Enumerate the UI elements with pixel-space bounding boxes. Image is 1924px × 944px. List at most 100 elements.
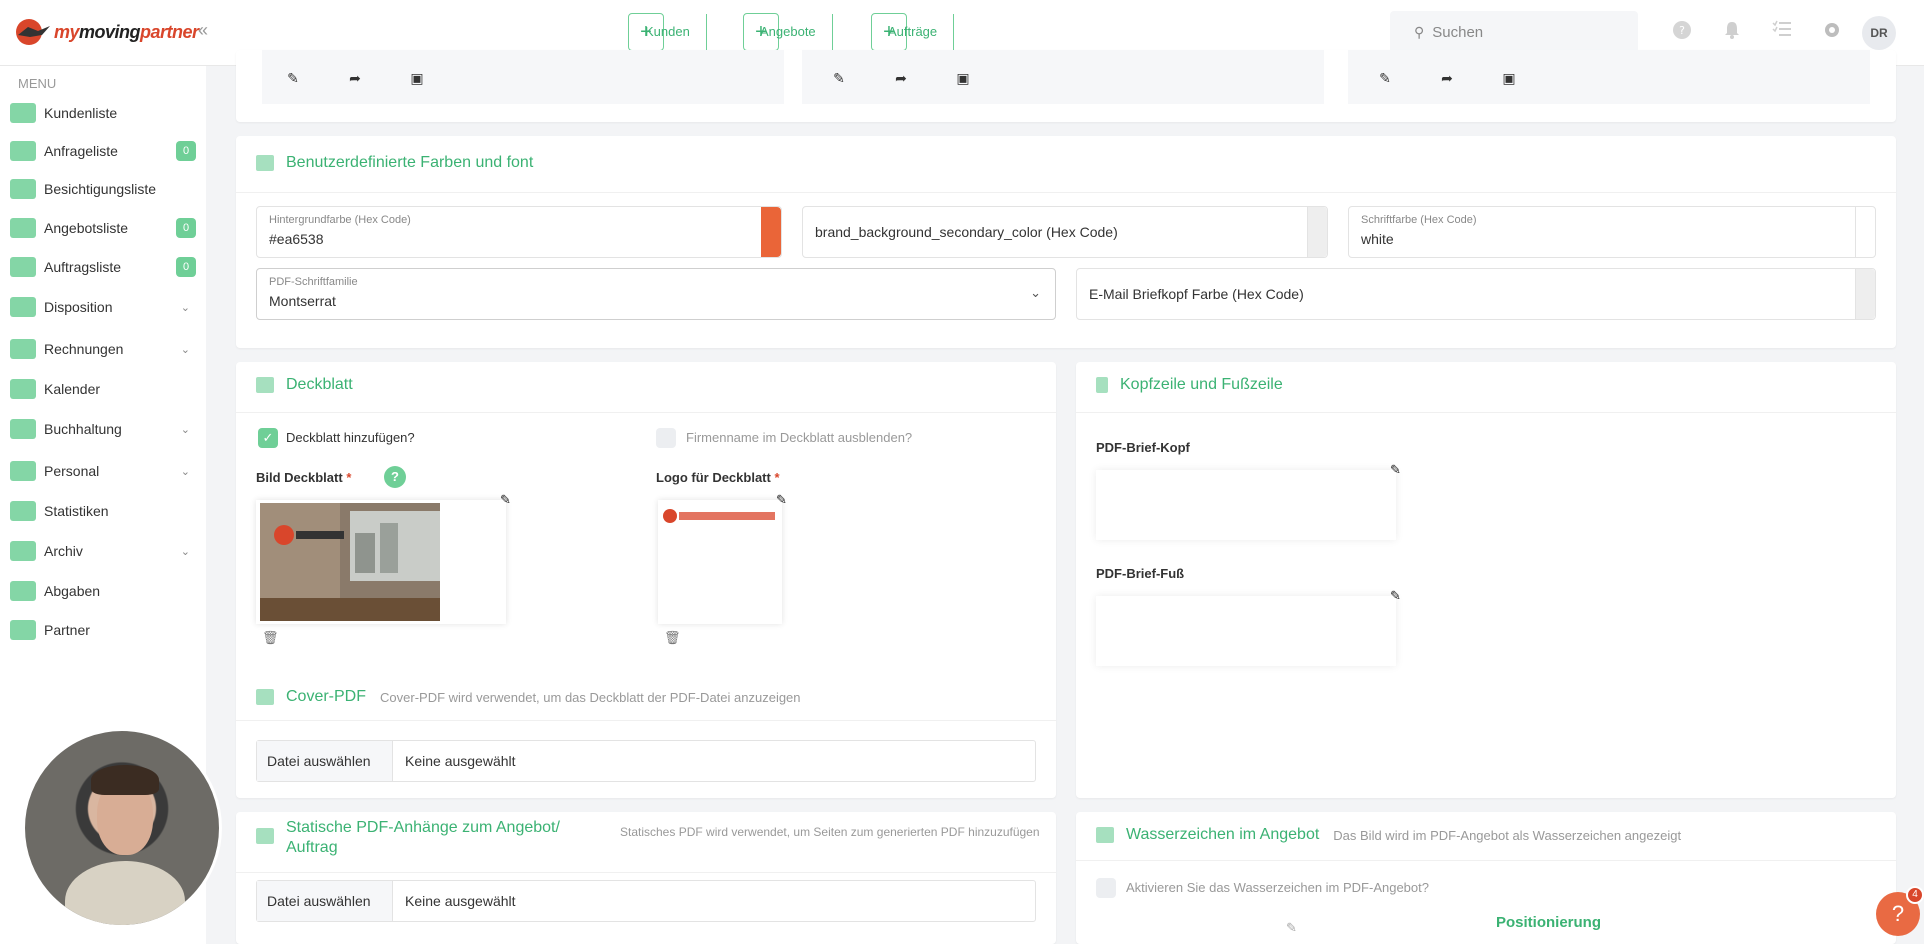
chevron-down-icon: ⌄ [180, 343, 190, 356]
choose-file-button[interactable]: Datei auswählen [257, 741, 393, 781]
sidebar-item-label: Besichtigungsliste [44, 181, 157, 197]
grid-icon [10, 419, 36, 439]
money-icon [10, 339, 36, 359]
image-icon[interactable]: ▣ [1478, 62, 1540, 94]
sidebar-item-abgaben[interactable]: Abgaben [10, 576, 196, 606]
sidebar-item-besichtigungsliste[interactable]: Besichtigungsliste [10, 174, 196, 204]
sidebar-item-personal[interactable]: Personal ⌄ [10, 456, 196, 486]
bell-icon[interactable] [1720, 20, 1744, 44]
quick-angebote-button[interactable]: Angebote [744, 14, 833, 50]
pdf-header-preview[interactable] [1096, 470, 1396, 540]
custom-colors-card: Benutzerdefinierte Farben und font Hinte… [236, 136, 1896, 348]
quick-kunden: Kunden + [628, 13, 707, 51]
help-circle-icon[interactable]: ? [1670, 20, 1694, 44]
help-icon[interactable]: ? [384, 466, 406, 488]
help-chat-button[interactable]: ? 4 [1876, 886, 1924, 936]
color-swatch[interactable] [1855, 269, 1875, 319]
chevron-down-icon: ⌄ [180, 301, 190, 314]
sidebar-item-label: Abgaben [44, 583, 101, 599]
settings-gear-icon[interactable] [1820, 20, 1844, 44]
pdf-footer-preview[interactable] [1096, 596, 1396, 666]
search-input[interactable]: ⚲ Suchen [1390, 11, 1638, 53]
cover-image-preview[interactable] [256, 500, 506, 624]
edit-pencil-icon[interactable]: ✎ [1354, 62, 1416, 94]
calendar-icon [10, 379, 36, 399]
sidebar-item-auftragsliste[interactable]: Auftragsliste 0 [10, 252, 196, 282]
static-pdf-file-input[interactable]: Datei auswählen Keine ausgewählt [256, 880, 1036, 922]
count-badge: 0 [176, 141, 196, 161]
template-preview-card: ✎ ➦ ▣ ✎ ➦ ▣ ✎ ➦ ▣ [236, 50, 1896, 122]
sidebar-item-statistiken[interactable]: Statistiken [10, 496, 196, 526]
count-badge: 0 [176, 257, 196, 277]
color-swatch[interactable] [761, 207, 781, 257]
edit-cover-logo-icon[interactable]: ✎ [776, 492, 787, 508]
collapse-sidebar-icon[interactable]: « [198, 20, 208, 41]
font-color-field[interactable]: Schriftfarbe (Hex Code) white [1348, 206, 1876, 258]
secondary-color-field[interactable]: brand_background_secondary_color (Hex Co… [802, 206, 1328, 258]
sidebar-item-rechnungen[interactable]: Rechnungen ⌄ [10, 334, 196, 364]
brand-logo[interactable]: mymovingpartner [14, 14, 199, 50]
share-icon[interactable]: ➦ [870, 62, 932, 94]
add-cover-checkbox[interactable]: ✓ [258, 428, 278, 448]
sidebar-item-kalender[interactable]: Kalender [10, 374, 196, 404]
sidebar-item-anfrageliste[interactable]: Anfrageliste 0 [10, 136, 196, 166]
delete-cover-logo-icon[interactable]: 🗑 [664, 630, 681, 646]
image-icon[interactable]: ▣ [386, 62, 448, 94]
color-swatch[interactable] [1855, 207, 1875, 257]
cover-logo-preview[interactable] [658, 500, 782, 624]
sidebar-item-buchhaltung[interactable]: Buchhaltung ⌄ [10, 414, 196, 444]
inbox-icon [10, 141, 36, 161]
image-icon [1096, 827, 1114, 843]
color-swatch[interactable] [1307, 207, 1327, 257]
header-footer-card: Kopfzeile und Fußzeile PDF-Brief-Kopf ✎ … [1076, 362, 1896, 798]
quick-kunden-button[interactable]: Kunden [629, 14, 707, 50]
chevron-down-icon: ⌄ [180, 465, 190, 478]
cover-image-label: Bild Deckblatt * [256, 470, 352, 485]
static-pdf-card: Statische PDF-Anhänge zum Angebot/ Auftr… [236, 812, 1056, 944]
share-icon[interactable]: ➦ [1416, 62, 1478, 94]
quick-auftraege: Aufträge + [871, 13, 955, 51]
email-header-color-field[interactable]: E-Mail Briefkopf Farbe (Hex Code) [1076, 268, 1876, 320]
quick-angebote: Angebote + [743, 13, 833, 51]
order-document-icon [10, 257, 36, 277]
tasks-icon[interactable] [1770, 20, 1794, 44]
quick-auftraege-button[interactable]: Aufträge [872, 14, 955, 50]
count-badge: 0 [176, 218, 196, 238]
edit-cover-image-icon[interactable]: ✎ [500, 492, 511, 508]
image-icon[interactable]: ▣ [932, 62, 994, 94]
edit-watermark-icon[interactable]: ✎ [1286, 920, 1297, 936]
hide-company-checkbox[interactable] [656, 428, 676, 448]
stats-icon [10, 501, 36, 521]
static-pdf-title: Statische PDF-Anhänge zum Angebot/ Auftr… [256, 818, 1040, 858]
delete-cover-image-icon[interactable]: 🗑 [262, 630, 279, 646]
house-icon [10, 179, 36, 199]
sidebar-item-label: Auftragsliste [44, 259, 122, 275]
webcam-overlay [22, 728, 222, 928]
sidebar-item-partner[interactable]: Partner [10, 615, 196, 645]
watermark-activate-label: Aktivieren Sie das Wasserzeichen im PDF-… [1126, 880, 1429, 895]
toolbar-3: ✎ ➦ ▣ [1354, 62, 1540, 94]
user-avatar[interactable]: DR [1862, 16, 1896, 50]
section-title: Wasserzeichen im Angebot Das Bild wird i… [1096, 826, 1681, 844]
watermark-activate-checkbox[interactable] [1096, 878, 1116, 898]
choose-file-button[interactable]: Datei auswählen [257, 881, 393, 921]
share-icon[interactable]: ➦ [324, 62, 386, 94]
sidebar-item-label: Anfrageliste [44, 143, 118, 159]
watermark-card: Wasserzeichen im Angebot Das Bild wird i… [1076, 812, 1896, 944]
pdf-header-label: PDF-Brief-Kopf [1096, 440, 1190, 455]
edit-footer-icon[interactable]: ✎ [1390, 588, 1401, 604]
edit-header-icon[interactable]: ✎ [1390, 462, 1401, 478]
cover-pdf-file-input[interactable]: Datei auswählen Keine ausgewählt [256, 740, 1036, 782]
pdf-font-select[interactable]: PDF-Schriftfamilie Montserrat ⌄ [256, 268, 1056, 320]
edit-pencil-icon[interactable]: ✎ [262, 62, 324, 94]
gantt-icon [10, 297, 36, 317]
edit-pencil-icon[interactable]: ✎ [808, 62, 870, 94]
sidebar-item-label: Angebotsliste [44, 220, 129, 236]
sidebar-item-angebotsliste[interactable]: Angebotsliste 0 [10, 213, 196, 243]
background-color-field[interactable]: Hintergrundfarbe (Hex Code) #ea6538 [256, 206, 782, 258]
sidebar-item-kundenliste[interactable]: Kundenliste [10, 98, 196, 128]
sidebar-item-disposition[interactable]: Disposition ⌄ [10, 292, 196, 322]
search-icon: ⚲ [1414, 23, 1425, 40]
logo-text: mymovingpartner [54, 21, 199, 42]
sidebar-item-archiv[interactable]: Archiv ⌄ [10, 536, 196, 566]
